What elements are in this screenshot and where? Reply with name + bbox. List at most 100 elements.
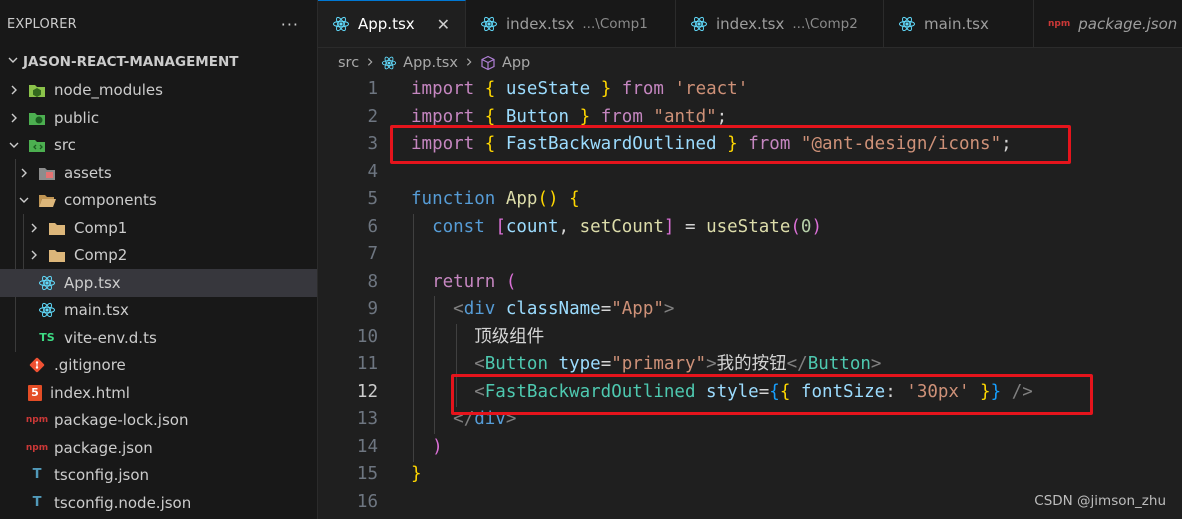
node-modules-folder-icon [28,81,46,99]
src-folder-icon [28,136,46,154]
tree-item-node-modules[interactable]: node_modules [0,76,317,104]
code-token: from [600,106,643,127]
code-token: > [870,354,882,374]
tree-item-tsconfig[interactable]: T tsconfig.json [0,461,317,489]
code-token: 'react' [674,79,749,99]
code-line: 顶级组件 [411,324,544,352]
code-token: < [453,299,464,319]
code-token: 0 [800,216,812,237]
watermark: CSDN @jimson_zhu [1034,493,1166,509]
line-number: 4 [367,161,378,182]
tab-label: index.tsx [506,14,575,33]
more-actions-icon[interactable]: ··· [281,15,299,34]
assets-folder-icon [38,164,56,182]
react-icon [480,15,498,33]
tree-item-label: Comp2 [74,245,128,264]
code-line: function App() { [411,186,580,214]
project-root[interactable]: JASON-REACT-MANAGEMENT [0,48,317,76]
breadcrumb: src App.tsx App [338,52,530,74]
line-number: 3 [367,134,378,154]
react-icon [381,55,397,71]
code-token: setCount [579,216,664,237]
code-editor[interactable]: 1 2 3 4 5 6 7 8 9 10 11 12 13 14 15 16 import { useStat… [318,76,1182,519]
code-line: } [411,461,422,489]
tab-app-tsx[interactable]: App.tsx ✕ [318,0,466,47]
tab-index-tsx-comp1[interactable]: index.tsx ...\Comp1 [466,0,676,47]
breadcrumb-item-src[interactable]: src [338,55,359,71]
code-token: ) [432,436,443,457]
tree-item-label: App.tsx [64,273,121,292]
tree-item-tsconfig-node[interactable]: T tsconfig.node.json [0,489,317,517]
code-token: 顶级组件 [474,326,545,347]
chevron-down-icon [7,54,19,70]
code-token: "App" [611,299,664,319]
close-icon[interactable]: ✕ [437,15,450,34]
npm-icon: npm [25,414,49,425]
highlight-box-import-line [390,125,1071,164]
code-line: ) [411,434,443,462]
tree-item-app-tsx[interactable]: App.tsx [0,269,317,297]
tree-item-gitignore[interactable]: .gitignore [0,351,317,379]
npm-icon: npm [1048,18,1071,29]
highlight-box-icon-usage-line [451,374,1093,415]
public-folder-icon [28,109,46,127]
tree-item-index-html[interactable]: 5 index.html [0,379,317,407]
line-number: 11 [356,354,378,374]
line-number: 13 [356,409,378,429]
tree-item-components[interactable]: components [0,186,317,214]
code-token: function [411,189,496,209]
react-icon [898,15,916,33]
tsconfig-icon: T [32,467,42,483]
tab-package-json[interactable]: npm package.json [1034,0,1182,47]
tree-item-label: src [54,135,76,154]
code-token: Button [807,354,871,374]
tree-item-vite-env[interactable]: TS vite-env.d.ts [0,324,317,352]
react-icon [38,274,56,292]
tsconfig-icon: T [32,495,42,511]
code-token: { [484,106,496,127]
code-token: count [505,216,559,237]
tree-item-label: tsconfig.json [54,465,150,484]
tree-item-label: assets [64,163,112,182]
folder-open-icon [38,191,56,209]
line-number: 6 [367,216,378,237]
code-token: , [558,216,580,237]
chevron-right-icon [6,110,22,126]
tree-item-assets[interactable]: assets [0,159,317,187]
tab-main-tsx[interactable]: main.tsx [884,0,1034,47]
code-token: } [600,79,612,99]
tree-item-package-lock[interactable]: npm package-lock.json [0,406,317,434]
tree-item-comp1[interactable]: Comp1 [0,214,317,242]
tree-item-public[interactable]: public [0,104,317,132]
code-token: import [411,106,475,127]
code-line: <div className="App"> [411,296,674,324]
tree-item-src[interactable]: src [0,131,317,159]
tree-item-label: node_modules [54,80,163,99]
tree-item-package-json[interactable]: npm package.json [0,434,317,462]
chevron-right-icon [6,82,22,98]
tab-label: main.tsx [924,14,989,33]
code-token: [ [495,216,506,237]
code-token: useState [505,79,591,99]
line-number: 15 [356,464,378,484]
code-token: type [558,354,601,374]
tree-item-comp2[interactable]: Comp2 [0,241,317,269]
code-token: ( [505,271,517,292]
line-number: 14 [356,436,378,457]
tree-item-main-tsx[interactable]: main.tsx [0,296,317,324]
tree-item-label: .gitignore [54,355,126,374]
code-token: App [505,189,538,209]
code-token: { [484,79,496,99]
code-token: useState [706,216,791,237]
tab-index-tsx-comp2[interactable]: index.tsx ...\Comp2 [676,0,884,47]
line-number: 10 [356,326,378,347]
tree-item-label: components [64,190,157,209]
breadcrumb-item-file[interactable]: App.tsx [403,55,458,71]
tab-description: ...\Comp2 [792,15,858,32]
breadcrumb-item-symbol[interactable]: App [502,55,530,71]
